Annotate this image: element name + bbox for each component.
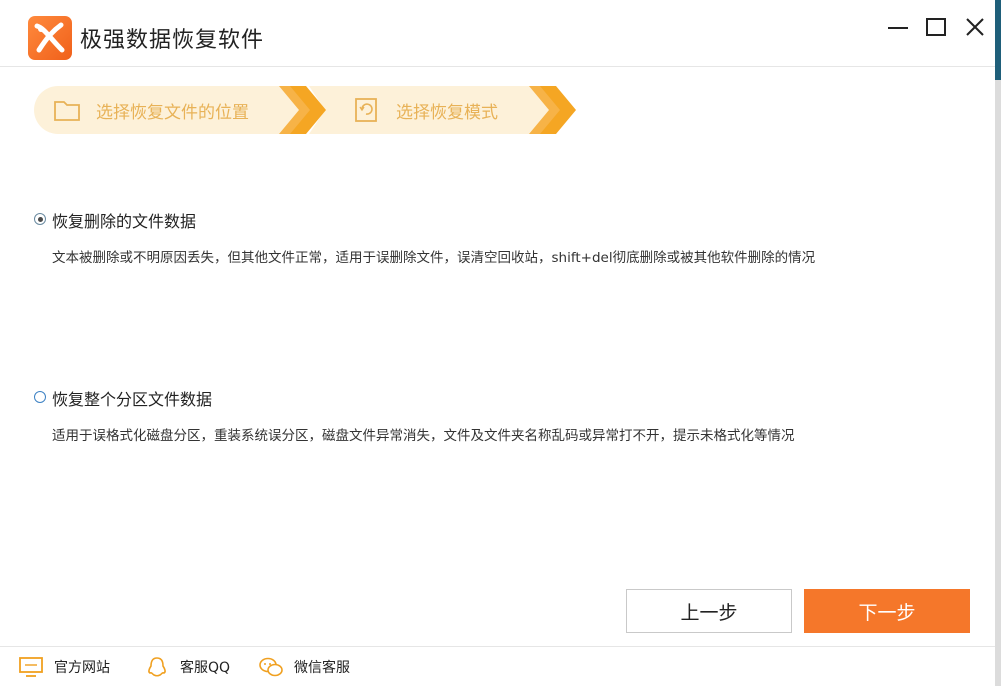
folder-icon bbox=[54, 101, 80, 121]
radio-recover-deleted[interactable] bbox=[34, 213, 46, 225]
wechat-support-link[interactable]: 微信客服 bbox=[258, 655, 350, 679]
footer-link-label[interactable]: 客服QQ bbox=[180, 657, 230, 677]
footer-link-label[interactable]: 微信客服 bbox=[294, 657, 350, 677]
step-progress: 选择恢复文件的位置 选择恢复模式 bbox=[34, 86, 594, 134]
app-logo bbox=[28, 16, 72, 60]
footer-link-label[interactable]: 官方网站 bbox=[54, 657, 110, 677]
option-description: 文本被删除或不明原因丢失，但其他文件正常，适用于误删除文件，误清空回收站，shi… bbox=[52, 250, 816, 266]
monitor-icon bbox=[19, 657, 43, 677]
previous-step-button[interactable]: 上一步 bbox=[626, 589, 792, 633]
option-description: 适用于误格式化磁盘分区，重装系统误分区，磁盘文件异常消失，文件及文件夹名称乱码或… bbox=[52, 428, 795, 444]
window-edge bbox=[995, 0, 1001, 686]
option-label[interactable]: 恢复删除的文件数据 bbox=[52, 208, 196, 232]
next-step-button[interactable]: 下一步 bbox=[804, 589, 970, 633]
close-icon[interactable] bbox=[962, 14, 990, 42]
app-title: 极强数据恢复软件 bbox=[80, 28, 265, 53]
wechat-icon bbox=[259, 657, 283, 677]
minimize-icon[interactable] bbox=[884, 14, 912, 42]
radio-recover-partition[interactable] bbox=[34, 391, 46, 403]
step-select-location: 选择恢复文件的位置 bbox=[52, 86, 249, 134]
official-website-link[interactable]: 官方网站 bbox=[18, 655, 110, 679]
restore-icon bbox=[355, 98, 377, 122]
maximize-icon[interactable] bbox=[922, 14, 950, 42]
option-label[interactable]: 恢复整个分区文件数据 bbox=[52, 386, 212, 410]
step-select-mode: 选择恢复模式 bbox=[352, 86, 498, 134]
support-qq-link[interactable]: 客服QQ bbox=[144, 655, 230, 679]
qq-icon bbox=[148, 657, 166, 677]
step-label: 选择恢复文件的位置 bbox=[96, 102, 249, 123]
title-bar: 极强数据恢复软件 bbox=[0, 0, 995, 67]
step-label: 选择恢复模式 bbox=[396, 102, 498, 123]
footer: 官方网站 客服QQ 微信客服 bbox=[0, 646, 995, 687]
